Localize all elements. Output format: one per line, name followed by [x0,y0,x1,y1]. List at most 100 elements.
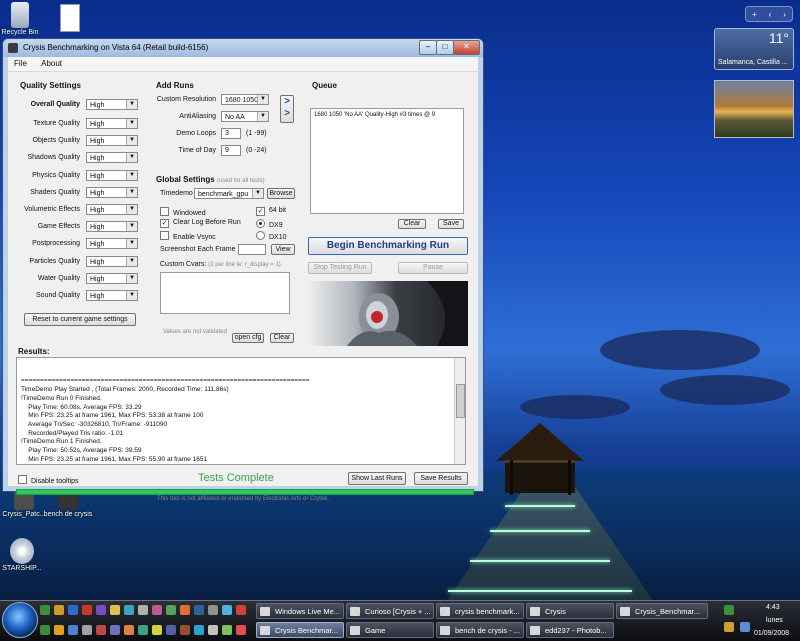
taskbar-button[interactable]: Curioso [Crysis + ... [346,603,434,619]
quicklaunch-icon[interactable] [68,625,78,635]
reset-settings-button[interactable]: Reset to current game settings [24,313,136,326]
overall-quality-select[interactable]: High ▼ [86,99,138,110]
quality-row-select[interactable]: High ▼ [86,221,138,233]
quicklaunch-icon[interactable] [236,625,246,635]
queue-save-button[interactable]: Save [438,219,464,229]
screenshot-input[interactable] [238,244,266,255]
start-button[interactable] [2,602,38,638]
quality-row-select[interactable]: High ▼ [86,169,138,181]
system-tray[interactable]: 4:43 lunes 01/09/2008 [718,602,800,640]
quicklaunch-icon[interactable] [110,625,120,635]
quicklaunch-icon[interactable] [208,625,218,635]
quicklaunch-icon[interactable] [222,625,232,635]
quality-row-select[interactable]: High ▼ [86,290,138,301]
quicklaunch-icon[interactable] [180,605,190,615]
taskbar-button[interactable]: Windows Live Me... [256,603,344,619]
disable-tooltips-checkbox[interactable]: Disable tooltips [18,475,78,485]
pause-button[interactable]: Pause [398,262,468,274]
clear-log-checkbox[interactable]: ✓ Clear Log Before Run [160,219,241,228]
quality-row-select[interactable]: High ▼ [86,186,138,198]
next-gadget-icon[interactable]: › [783,10,786,19]
quality-row-select[interactable]: High ▼ [86,238,138,250]
view-button[interactable]: View [271,244,295,255]
quality-row-select[interactable]: High ▼ [86,118,138,129]
slideshow-gadget[interactable] [714,80,794,138]
quicklaunch-icon[interactable] [124,605,134,615]
quicklaunch-icon[interactable] [152,605,162,615]
prev-gadget-icon[interactable]: ‹ [769,10,772,19]
taskbar-button[interactable]: crysis benchmark... [436,603,524,619]
resolution-select[interactable]: 1680 1050 ▼ [221,94,269,105]
scrollbar-thumb[interactable] [456,384,465,418]
taskbar-button[interactable]: Crysis_Benchmar... [616,603,708,619]
taskbar-button[interactable]: edd237 - Photob... [526,622,614,638]
results-scrollbar[interactable] [454,358,465,464]
network-icon[interactable] [740,622,750,632]
queue-clear-button[interactable]: Clear [398,219,426,229]
menu-file[interactable]: File [8,57,33,70]
quicklaunch-icon[interactable] [96,625,106,635]
quality-row-select[interactable]: High ▼ [86,272,138,284]
quicklaunch-icon[interactable] [54,625,64,635]
quicklaunch-icon[interactable] [194,605,204,615]
quicklaunch-icon[interactable] [194,625,204,635]
quicklaunch-icon[interactable] [68,605,78,615]
queue-item[interactable]: 1680 1050 'No AA' Quality-High #3 times … [314,112,460,118]
quicklaunch-icon[interactable] [40,625,50,635]
dx9-radio[interactable]: DX9 [256,219,283,229]
64bit-checkbox[interactable]: ✓ 64 bit [256,207,286,216]
custom-cvars-textarea[interactable] [160,272,290,314]
weather-gadget[interactable]: 11° Salamanca, Castilla ... [714,28,794,70]
quicklaunch-icon[interactable] [54,605,64,615]
quicklaunch-icon[interactable] [40,605,50,615]
quicklaunch-icon[interactable] [180,625,190,635]
quicklaunch-icon[interactable] [82,625,92,635]
taskbar-button[interactable]: Crysis [526,603,614,619]
quality-row-select[interactable]: High ▼ [86,204,138,215]
quicklaunch-icon[interactable] [152,625,162,635]
minimize-button[interactable]: – [419,40,437,55]
taskbar-button[interactable]: Game [346,622,434,638]
quicklaunch-icon[interactable] [96,605,106,615]
tray-icon[interactable] [724,622,734,632]
cvars-clear-button[interactable]: Clear [270,333,294,343]
menu-about[interactable]: About [35,57,68,70]
quality-row-select[interactable]: High ▼ [86,152,138,164]
tray-icon[interactable] [724,605,734,615]
queue-list[interactable]: 1680 1050 'No AA' Quality-High #3 times … [310,108,464,214]
quality-row-select[interactable]: High ▼ [86,255,138,267]
taskbar-button-active[interactable]: Crysis Benchmar... [256,622,344,638]
quicklaunch-icon[interactable] [124,625,134,635]
maximize-button[interactable]: □ [436,40,454,55]
quicklaunch-icon[interactable] [222,605,232,615]
quicklaunch-icon[interactable] [208,605,218,615]
add-run-button[interactable]: > > [280,95,294,123]
stop-testing-button[interactable]: Stop Testing Run [308,262,372,274]
quicklaunch-icon[interactable] [166,605,176,615]
begin-benchmarking-button[interactable]: Begin Benchmarking Run [308,237,468,255]
windowed-checkbox[interactable]: Windowed [160,207,206,217]
desktop-icon-recycle-bin[interactable]: Recycle Bin [0,2,46,36]
desktop-icon-starship[interactable]: STARSHIP... [0,538,48,572]
quicklaunch-icon[interactable] [82,605,92,615]
vsync-checkbox[interactable]: Enable Vsync [160,231,216,241]
demo-loops-input[interactable]: 3 [221,128,241,139]
antialiasing-select[interactable]: No AA ▼ [221,111,269,122]
dx10-radio[interactable]: DX10 [256,231,287,241]
open-cfg-button[interactable]: open cfg [232,333,264,343]
close-button[interactable]: ✕ [453,40,480,55]
quicklaunch-icon[interactable] [138,605,148,615]
time-of-day-input[interactable]: 9 [221,145,241,156]
quality-row-select[interactable]: High ▼ [86,135,138,147]
quicklaunch-icon[interactable] [236,605,246,615]
add-gadget-icon[interactable]: + [752,10,757,19]
results-log[interactable]: ========================================… [16,357,466,465]
desktop-icon-file[interactable] [44,4,96,33]
quicklaunch-icon[interactable] [166,625,176,635]
browse-button[interactable]: Browse [267,188,295,199]
sidebar-gadget-controls[interactable]: + ‹ › [745,6,793,22]
taskbar-button[interactable]: bench de crysis - ... [436,622,524,638]
quicklaunch-icon[interactable] [138,625,148,635]
quicklaunch-icon[interactable] [110,605,120,615]
timedemo-select[interactable]: benchmark_gpu ▼ [194,188,264,199]
